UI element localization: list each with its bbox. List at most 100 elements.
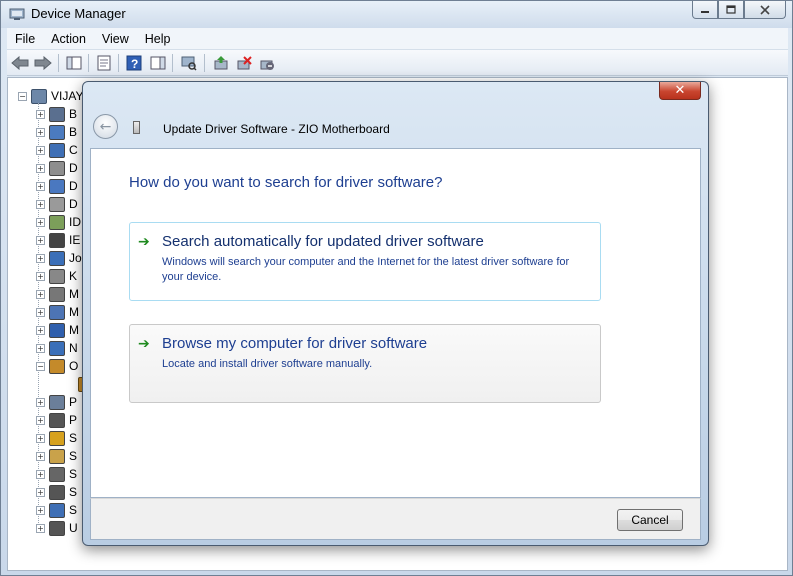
expand-icon[interactable]: + [36, 271, 45, 281]
expand-icon[interactable]: + [36, 289, 45, 299]
option-description: Locate and install driver software manua… [162, 358, 373, 370]
green-arrow-icon: ➔ [138, 336, 150, 352]
tree-category-row[interactable]: + M [36, 303, 79, 321]
tree-category-row[interactable]: + ID [36, 213, 81, 231]
tree-category-label: S [69, 431, 78, 445]
menu-view[interactable]: View [94, 32, 137, 46]
dialog-header: ← Update Driver Software - ZIO Motherboa… [90, 111, 701, 151]
menu-file[interactable]: File [7, 32, 43, 46]
device-category-icon [49, 322, 65, 338]
uninstall-icon[interactable] [235, 54, 253, 72]
disable-icon[interactable] [258, 54, 276, 72]
collapse-icon[interactable]: − [18, 91, 27, 101]
update-driver-icon[interactable] [212, 54, 230, 72]
menu-bar: File Action View Help [7, 28, 788, 50]
cancel-button[interactable]: Cancel [617, 509, 683, 531]
tree-category-label: P [69, 395, 78, 409]
expand-icon[interactable]: + [36, 145, 45, 155]
minimize-button[interactable] [692, 1, 718, 19]
expand-icon[interactable]: + [36, 163, 45, 173]
tree-category-row[interactable]: + IE [36, 231, 80, 249]
properties-icon[interactable] [95, 54, 113, 72]
device-category-icon [49, 520, 65, 536]
tree-category-row[interactable]: + M [36, 285, 79, 303]
menu-help[interactable]: Help [137, 32, 179, 46]
tree-category-row[interactable]: + S [36, 447, 77, 465]
tree-category-row[interactable]: + U [36, 519, 78, 537]
tree-category-label: U [69, 521, 78, 535]
action-pane-icon[interactable] [149, 54, 167, 72]
tree-category-row[interactable]: + Jo [36, 249, 82, 267]
scan-hardware-icon[interactable] [180, 54, 198, 72]
tree-category-row[interactable]: + S [36, 465, 77, 483]
expand-icon[interactable]: + [36, 343, 45, 353]
tree-category-row[interactable]: + K [36, 267, 77, 285]
dialog-body: How do you want to search for driver sof… [90, 148, 701, 498]
tree-category-row[interactable]: + C [36, 141, 78, 159]
tree-category-row[interactable]: + S [36, 429, 77, 447]
tree-category-row[interactable]: + B [36, 123, 77, 141]
expand-icon[interactable]: + [36, 415, 45, 425]
dialog-close-button[interactable]: ✕ [659, 82, 701, 100]
expand-icon[interactable]: + [36, 487, 45, 497]
expand-icon[interactable]: + [36, 127, 45, 137]
browse-computer-option[interactable]: ➔ Browse my computer for driver software… [129, 324, 601, 403]
tree-category-label: B [69, 107, 78, 121]
device-category-icon [49, 430, 65, 446]
minimize-icon [701, 10, 709, 13]
expand-icon[interactable]: + [36, 451, 45, 461]
search-automatically-option[interactable]: ➔ Search automatically for updated drive… [129, 222, 601, 301]
expand-icon[interactable]: + [36, 217, 45, 227]
expand-icon[interactable]: + [36, 325, 45, 335]
tree-category-row[interactable]: + P [36, 411, 77, 429]
collapse-icon[interactable]: − [36, 361, 45, 371]
tree-category-row[interactable]: + D [36, 159, 78, 177]
tree-category-label: B [69, 125, 78, 139]
maximize-button[interactable] [718, 1, 744, 19]
option-title: Search automatically for updated driver … [162, 233, 484, 250]
expand-icon[interactable]: + [36, 253, 45, 263]
back-button[interactable]: ← [93, 114, 118, 139]
expand-icon[interactable]: + [36, 181, 45, 191]
forward-arrow-icon[interactable] [34, 54, 52, 72]
tree-category-label: M [69, 323, 79, 337]
expand-icon[interactable]: + [36, 199, 45, 209]
tree-category-row[interactable]: + P [36, 393, 77, 411]
update-driver-dialog: ✕ ← Update Driver Software - ZIO Motherb… [82, 81, 709, 546]
tree-category-row[interactable]: + N [36, 339, 78, 357]
menu-action[interactable]: Action [43, 32, 94, 46]
tree-category-label: D [69, 179, 78, 193]
toolbar-separator [58, 54, 59, 72]
expand-icon[interactable]: + [36, 397, 45, 407]
expand-icon[interactable]: + [36, 505, 45, 515]
expand-icon[interactable]: + [36, 307, 45, 317]
expand-icon[interactable]: + [36, 523, 45, 533]
close-button[interactable] [744, 1, 786, 19]
expand-icon[interactable]: + [36, 469, 45, 479]
tree-category-row[interactable]: + S [36, 483, 77, 501]
green-arrow-icon: ➔ [138, 234, 150, 250]
tree-category-row[interactable]: + S [36, 501, 77, 519]
tree-category-row[interactable]: + D [36, 177, 78, 195]
tree-category-label: S [69, 467, 78, 481]
tree-category-label: Jo [69, 251, 82, 265]
console-tree-icon[interactable] [65, 54, 83, 72]
tree-category-row[interactable]: − O [36, 357, 78, 375]
toolbar-separator [204, 54, 205, 72]
tree-category-label: D [69, 161, 78, 175]
toolbar: ? [7, 50, 788, 76]
tree-category-row[interactable]: + B [36, 105, 77, 123]
device-category-icon [49, 286, 65, 302]
expand-icon[interactable]: + [36, 109, 45, 119]
expand-icon[interactable]: + [36, 433, 45, 443]
expand-icon[interactable]: + [36, 235, 45, 245]
tree-category-label: N [69, 341, 78, 355]
help-icon[interactable]: ? [125, 54, 143, 72]
svg-text:?: ? [131, 57, 138, 71]
tree-root[interactable]: − VIJAY [18, 87, 83, 105]
back-arrow-icon[interactable] [11, 54, 29, 72]
device-category-icon [49, 196, 65, 212]
tree-category-row[interactable]: + M [36, 321, 79, 339]
device-category-icon [49, 394, 65, 410]
tree-category-row[interactable]: + D [36, 195, 78, 213]
